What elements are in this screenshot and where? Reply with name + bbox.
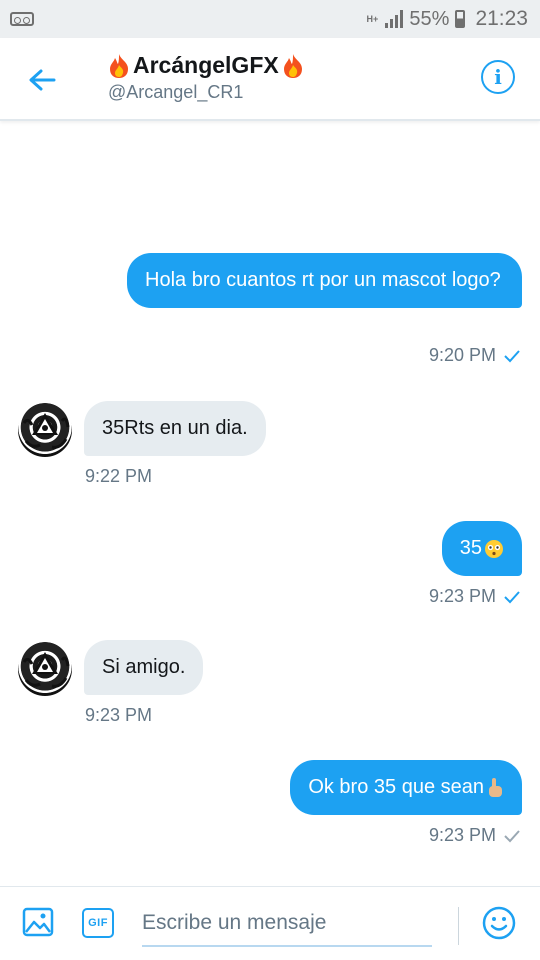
smiley-icon xyxy=(482,906,516,940)
image-icon xyxy=(22,907,54,937)
conversation-title: ArcángelGFX xyxy=(108,52,304,79)
voicemail-icon xyxy=(10,12,34,26)
message-bubble-sent[interactable]: Ok bro 35 que sean xyxy=(290,760,522,815)
pointing-up-emoji-icon xyxy=(489,777,502,797)
arrow-left-icon xyxy=(29,69,56,91)
message-text: 35 xyxy=(459,537,482,559)
info-button[interactable]: i xyxy=(481,60,515,94)
checkmark-icon xyxy=(504,829,520,842)
signal-strength-icon xyxy=(385,10,404,28)
message-text: Si amigo. xyxy=(102,656,186,678)
avatar-art xyxy=(22,652,70,688)
message-text: Ok bro 35 que sean xyxy=(308,776,484,798)
add-media-button[interactable] xyxy=(22,907,54,937)
gif-label: GIF xyxy=(88,917,108,929)
avatar-art xyxy=(22,413,70,449)
gif-button[interactable]: GIF xyxy=(82,908,114,938)
composer-divider xyxy=(458,907,459,945)
message-bubble-received[interactable]: Si amigo. xyxy=(84,640,204,695)
message-text: Hola bro cuantos rt por un mascot logo? xyxy=(145,269,501,291)
info-icon: i xyxy=(494,65,502,89)
message-composer: GIF xyxy=(0,886,540,960)
avatar[interactable] xyxy=(18,642,72,696)
status-time: 21:23 xyxy=(475,7,528,30)
avatar[interactable] xyxy=(18,403,72,457)
status-bar: H+ 55% 21:23 xyxy=(0,0,540,38)
message-time: 9:23 PM xyxy=(428,825,496,845)
checkmark-icon xyxy=(504,349,520,362)
message-bubble-received[interactable]: 35Rts en un dia. xyxy=(84,401,266,456)
message-meta: 9:20 PM xyxy=(429,345,520,366)
fire-icon xyxy=(283,53,302,78)
message-bubble-sent[interactable]: 35 xyxy=(441,521,522,576)
network-type-indicator: H+ xyxy=(366,13,379,24)
back-button[interactable] xyxy=(22,60,62,100)
message-time: 9:22 PM xyxy=(85,466,153,486)
emoji-button[interactable] xyxy=(482,906,516,940)
battery-percentage: 55% xyxy=(409,7,450,30)
message-time: 9:23 PM xyxy=(85,705,153,725)
message-meta: 9:23 PM xyxy=(429,586,520,607)
message-time: 9:23 PM xyxy=(428,586,496,606)
message-meta: 9:22 PM xyxy=(85,466,152,487)
flushed-emoji-icon xyxy=(485,539,503,558)
display-name: ArcángelGFX xyxy=(133,52,279,78)
fire-icon xyxy=(110,53,128,78)
message-input[interactable] xyxy=(142,901,432,947)
user-handle: @Arcangel_CR1 xyxy=(108,82,244,102)
status-bar-right: H+ 55% 21:23 xyxy=(365,0,528,38)
conversation-header: ArcángelGFX @Arcangel_CR1 i xyxy=(0,38,540,121)
message-time: 9:20 PM xyxy=(428,345,496,365)
message-text: 35Rts en un dia. xyxy=(102,417,248,439)
conversation-title-block[interactable]: ArcángelGFX @Arcangel_CR1 xyxy=(108,52,304,103)
message-meta: 9:23 PM xyxy=(429,825,520,846)
checkmark-icon xyxy=(504,590,520,603)
battery-icon xyxy=(455,10,466,28)
message-meta: 9:23 PM xyxy=(85,705,152,726)
message-bubble-sent[interactable]: Hola bro cuantos rt por un mascot logo? xyxy=(127,253,522,308)
